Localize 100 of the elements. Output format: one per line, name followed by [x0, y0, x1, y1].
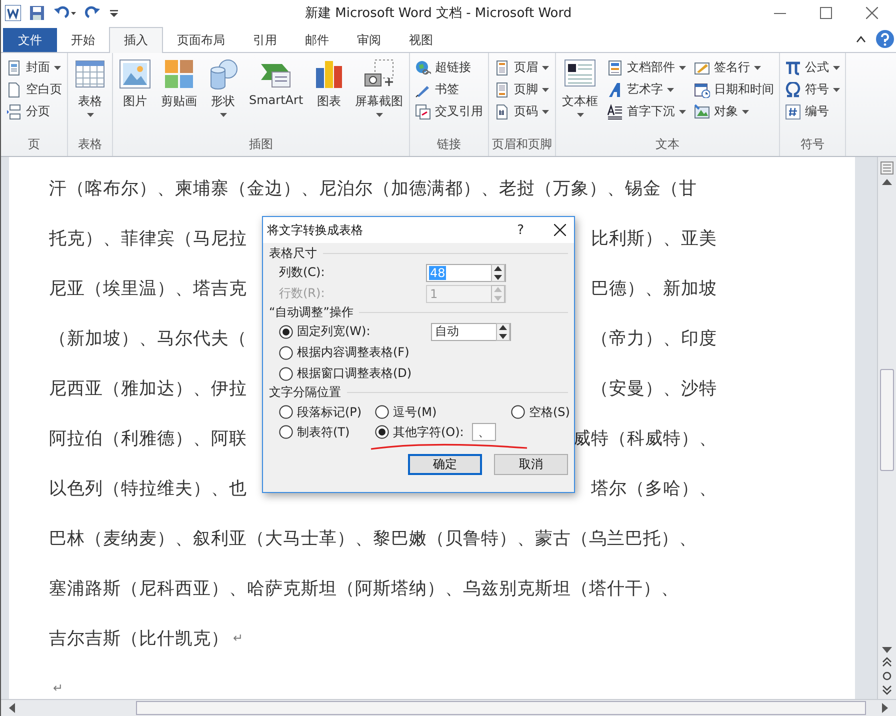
previous-page-icon[interactable] [882, 657, 892, 667]
document-text: 比利斯）、亚美 [591, 228, 717, 250]
close-icon[interactable] [554, 224, 566, 236]
ribbon-button[interactable]: 对象 [694, 102, 774, 121]
page-break-icon [6, 104, 22, 120]
undo-icon[interactable] [53, 5, 77, 21]
document-text: 汗（喀布尔）、柬埔寨（金边）、尼泊尔（加德满都）、老挝（万象）、锡金（甘 [49, 178, 697, 200]
ribbon-button[interactable]: 图片 [116, 56, 154, 136]
ribbon-button[interactable]: 公式 [785, 58, 840, 77]
picture-icon [119, 58, 151, 90]
save-icon[interactable] [29, 5, 45, 21]
ribbon-button[interactable]: 首字下沉 [607, 102, 686, 121]
caret-icon [667, 88, 674, 92]
document-text: 尼亚（埃里温）、塔吉克 [49, 278, 247, 300]
caret-icon [542, 88, 550, 92]
section-heading: “自动调整”操作 [269, 304, 354, 321]
word-logo-icon[interactable] [5, 5, 21, 21]
ribbon-button[interactable]: 封面 [6, 58, 62, 77]
redo-icon[interactable] [85, 5, 101, 21]
number-icon [785, 104, 802, 120]
globe-icon [415, 60, 432, 76]
maximize-icon[interactable] [820, 7, 832, 19]
ribbon-button[interactable]: 文档部件 [607, 58, 686, 77]
scroll-up-icon[interactable] [882, 179, 892, 185]
ribbon-tab[interactable]: 页面布局 [163, 28, 239, 52]
radio-button[interactable] [279, 324, 293, 338]
file-tab[interactable]: 文件 [3, 28, 57, 52]
caret-icon [833, 88, 840, 92]
vertical-scrollbar[interactable] [877, 157, 896, 699]
field-label: 列数(C): [279, 264, 326, 281]
ribbon-button[interactable]: 日期和时间 [694, 80, 774, 99]
radio-button[interactable] [279, 366, 293, 380]
scroll-down-icon[interactable] [882, 647, 892, 653]
section-heading: 文字分隔位置 [269, 384, 341, 401]
ribbon-button[interactable]: 图表 [310, 56, 348, 136]
radio-button[interactable] [279, 425, 293, 439]
ribbon-tab[interactable]: 插入 [109, 27, 163, 53]
ribbon-tab[interactable]: 引用 [239, 28, 291, 52]
spin-arrows-icon[interactable] [496, 322, 510, 340]
option-label: 固定列宽(W): [297, 323, 372, 340]
group-label: 页 [27, 136, 41, 153]
radio-button[interactable] [279, 346, 293, 360]
ribbon-button[interactable]: 超链接 [415, 58, 484, 77]
spin-arrows-icon [491, 284, 505, 302]
document-text: （安曼）、沙特 [591, 378, 717, 400]
ribbon-button[interactable]: 艺术字 [607, 80, 686, 99]
radio-button[interactable] [375, 405, 389, 419]
help-button[interactable]: ? [517, 222, 524, 238]
ribbon-button[interactable]: 剪贴画 [158, 56, 200, 136]
scroll-left-icon[interactable] [9, 703, 15, 713]
scroll-right-icon[interactable] [882, 703, 888, 713]
ribbon-button[interactable]: 空白页 [6, 80, 62, 99]
ribbon-button[interactable]: 交叉引用 [415, 102, 484, 121]
ribbon-tab[interactable]: 邮件 [291, 28, 343, 52]
ribbon-button[interactable]: 屏幕截图 [352, 56, 406, 136]
radio-button[interactable] [511, 405, 525, 419]
dialog-button[interactable]: 确定 [408, 454, 482, 475]
help-icon[interactable] [876, 30, 894, 48]
dialog-button[interactable]: 取消 [494, 454, 568, 475]
ribbon-tab[interactable]: 开始 [57, 28, 109, 52]
ribbon-button[interactable]: 分页 [6, 102, 62, 121]
ribbon-button[interactable]: 页脚 [494, 80, 550, 99]
scroll-thumb[interactable] [136, 701, 866, 715]
ribbon-button[interactable]: 页眉 [494, 58, 550, 77]
ruler-toggle-icon[interactable] [880, 161, 894, 175]
collapse-ribbon-icon[interactable] [856, 35, 866, 43]
document-text: 托克）、菲律宾（马尼拉 [49, 228, 247, 250]
table-icon [74, 58, 106, 90]
ribbon-button[interactable]: 书签 [415, 80, 484, 99]
ribbon-tab[interactable]: 视图 [395, 28, 447, 52]
omega-icon [785, 82, 802, 98]
radio-button[interactable] [375, 425, 389, 439]
calendar-icon [694, 82, 710, 98]
browse-object-icon[interactable] [882, 671, 892, 681]
ribbon-button[interactable]: 文本框 [559, 56, 602, 136]
input-field[interactable]: 、 [472, 423, 496, 441]
ribbon-button[interactable]: SmartArt [246, 56, 306, 136]
caret-icon [542, 110, 550, 114]
radio-button[interactable] [279, 405, 293, 419]
scroll-thumb[interactable] [880, 369, 894, 471]
ribbon-button[interactable]: 签名行 [694, 58, 774, 77]
ribbon-button[interactable]: 页码 [494, 102, 550, 121]
document-text: 威特（科威特）、 [573, 428, 717, 450]
ribbon-button[interactable]: 表格 [71, 56, 109, 136]
window-title: 新建 Microsoft Word 文档 - Microsoft Word [305, 5, 573, 22]
next-page-icon[interactable] [882, 685, 892, 695]
group-label: 文本 [654, 136, 681, 153]
ribbon-button[interactable]: 形状 [204, 56, 242, 136]
option-label: 逗号(M) [393, 404, 437, 420]
option-label: 根据窗口调整表格(D) [297, 365, 413, 382]
ribbon-button[interactable]: 符号 [785, 80, 840, 99]
document-text: 阿拉伯（利雅德）、阿联 [49, 428, 247, 450]
clipart-icon [163, 58, 195, 90]
option-label: 空格(S) [529, 404, 570, 420]
spin-arrows-icon[interactable] [491, 264, 505, 282]
horizontal-scrollbar[interactable] [1, 699, 896, 716]
document-icon [6, 60, 22, 76]
ribbon-tab[interactable]: 审阅 [343, 28, 395, 52]
spin-field[interactable]: 自动 [431, 322, 511, 340]
ribbon-button[interactable]: 编号 [785, 102, 840, 121]
